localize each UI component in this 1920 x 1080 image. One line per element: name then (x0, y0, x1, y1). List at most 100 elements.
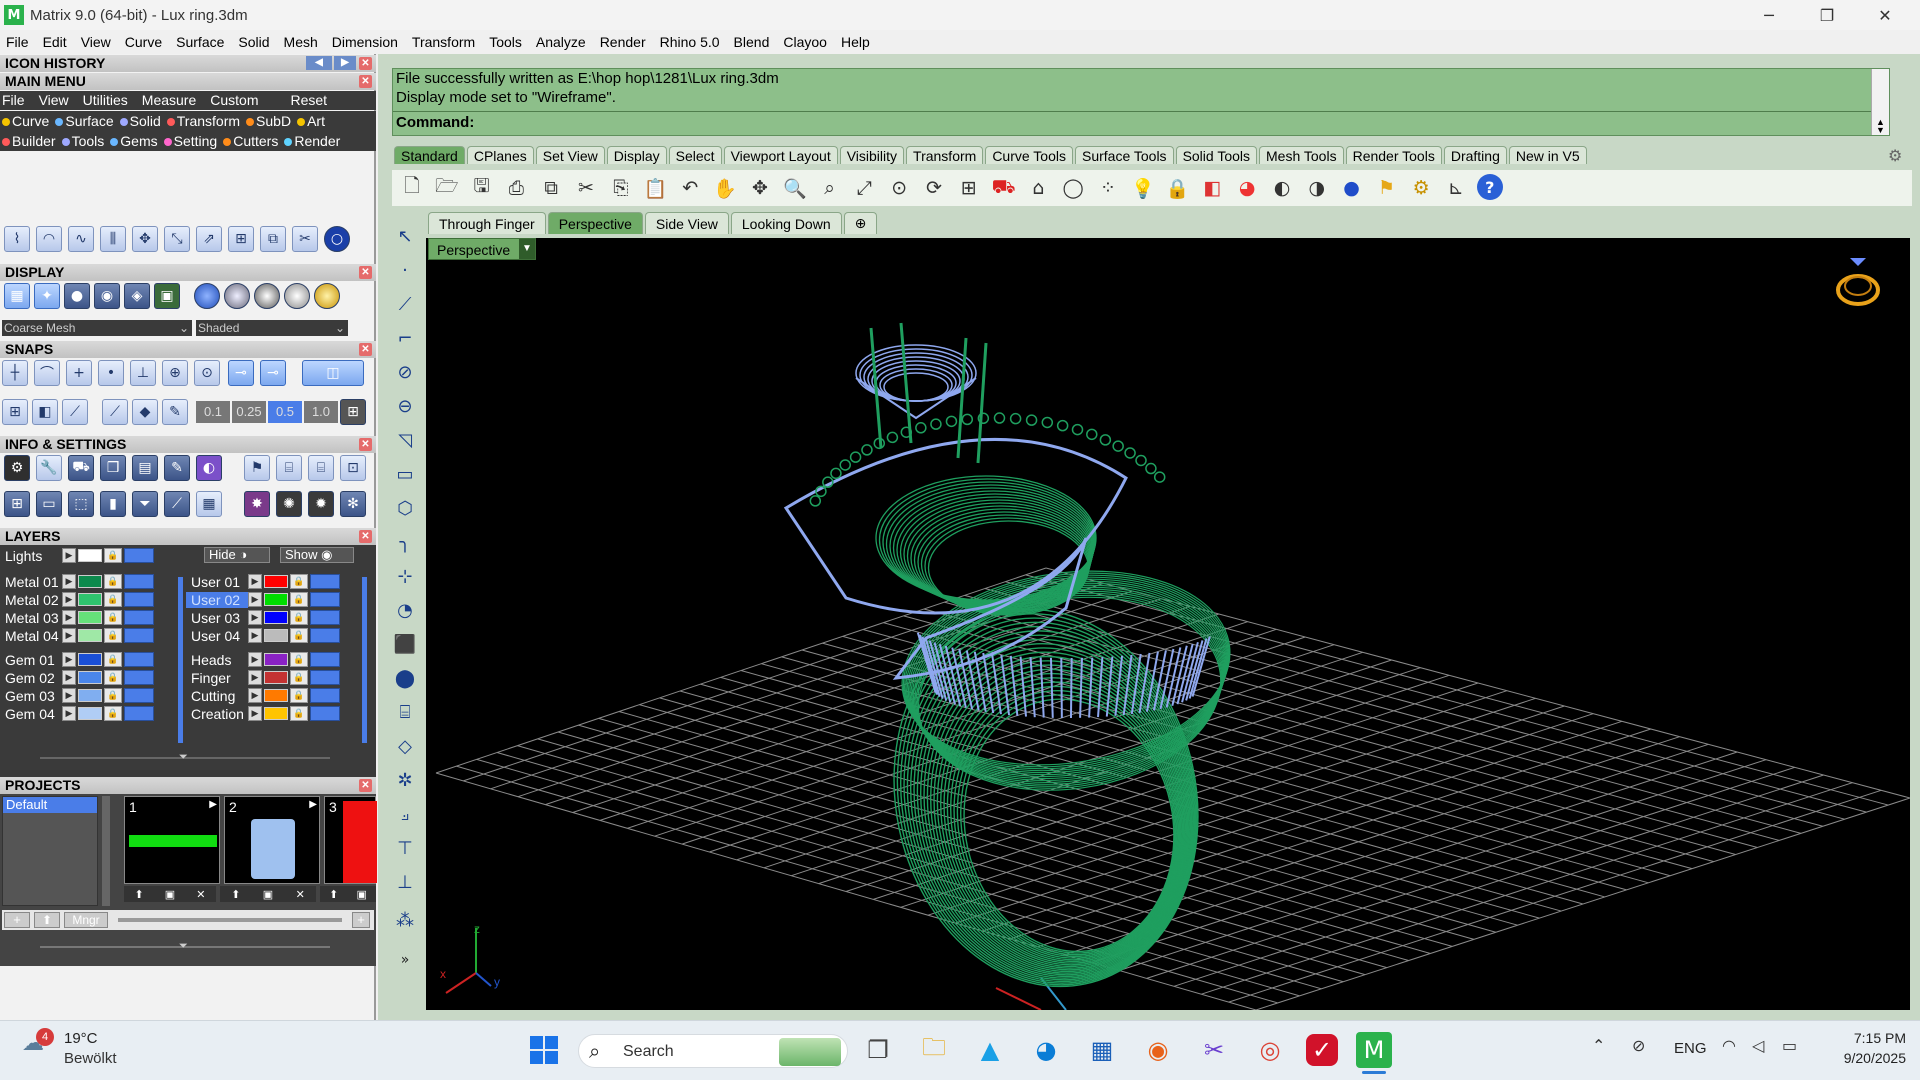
add-project-button[interactable]: + (4, 912, 30, 928)
sphere-gray-icon[interactable] (254, 283, 280, 309)
lock-icon[interactable]: 🔒 (104, 688, 122, 703)
layer-visibility-toggle[interactable] (310, 688, 340, 703)
category-item[interactable]: Transform (166, 113, 240, 129)
snap-tan-icon[interactable]: ⊸ (228, 360, 254, 386)
edge-icon[interactable]: ◕ (1026, 1030, 1066, 1070)
ring-preview-icon[interactable] (1836, 258, 1880, 306)
gumball-icon[interactable]: ◆ (132, 399, 158, 425)
dimension-icon[interactable]: ⊾ (1442, 174, 1470, 202)
wrench-icon[interactable]: 🔧 (36, 455, 62, 481)
layer-row[interactable]: Metal 04 ▶ 🔒 (0, 627, 154, 644)
play-icon[interactable]: ▶ (209, 799, 217, 810)
polygon-icon[interactable]: ⬡ (390, 494, 420, 522)
layer-color-swatch[interactable] (78, 689, 102, 702)
snap-point-icon[interactable]: ⁘ (1094, 174, 1122, 202)
close-icon[interactable]: ✕ (359, 343, 372, 356)
info-icon-2[interactable]: ⌸ (276, 455, 302, 481)
viewport-label-menu[interactable]: Perspective ▼ (428, 238, 536, 260)
info-icon-3[interactable]: ⌸ (308, 455, 334, 481)
expand-icon[interactable]: ▶ (248, 652, 262, 667)
layer-row[interactable]: Gem 01 ▶ 🔒 (0, 651, 154, 668)
expand-icon[interactable]: ▶ (248, 688, 262, 703)
layer-visibility-toggle[interactable] (124, 628, 154, 643)
weather-desc[interactable]: Bewölkt (64, 1050, 117, 1067)
layer-lights-row[interactable]: Lights ▶ 🔒 (0, 547, 154, 564)
snap-end-icon[interactable]: ┼ (2, 360, 28, 386)
category-item[interactable]: Curve (2, 113, 49, 129)
manager-button[interactable]: Mngr (64, 912, 108, 928)
layer-row[interactable]: Finger ▶ 🔒 (186, 669, 340, 686)
layer-visibility-toggle[interactable] (310, 670, 340, 685)
rendered-mode-icon[interactable]: ◉ (94, 283, 120, 309)
task-view-icon[interactable]: ❐ (858, 1030, 898, 1070)
xray-mode-icon[interactable]: ◈ (124, 283, 150, 309)
layer-row[interactable]: Gem 03 ▶ 🔒 (0, 687, 154, 704)
layer-scroll-right[interactable] (362, 577, 367, 743)
projects-scrollbar[interactable] (102, 796, 110, 906)
curve-icon[interactable]: ⌐ (390, 324, 420, 352)
history-forward-icon[interactable]: ▶ (334, 56, 356, 70)
save-icon[interactable]: ▣ (357, 888, 367, 901)
toolbar-tab[interactable]: Display (606, 146, 667, 164)
close-icon[interactable]: ✕ (359, 438, 372, 451)
measure-icon[interactable]: ⊥ (390, 868, 420, 896)
surface-icon[interactable]: ◇ (390, 732, 420, 760)
grid-icon[interactable]: ⊞ (340, 399, 366, 425)
color-wheel-icon[interactable]: ◕ (1233, 174, 1261, 202)
blue-sphere-icon[interactable]: ● (1338, 174, 1366, 202)
shaded-mode-icon[interactable]: ● (64, 283, 90, 309)
curve-tool-icon[interactable]: ⌇ (4, 226, 30, 252)
network-off-icon[interactable]: ⊘ (1632, 1036, 1645, 1055)
toolbar-tab[interactable]: Select (668, 146, 722, 164)
search-box[interactable]: ⌕ Search (578, 1034, 848, 1068)
layer-color-swatch[interactable] (78, 611, 102, 624)
lock-icon[interactable]: 🔒 (104, 670, 122, 685)
app-red-icon[interactable]: ✓ (1306, 1034, 1338, 1066)
save-icon[interactable]: ▣ (263, 888, 273, 901)
document-icon[interactable]: ▤ (132, 455, 158, 481)
measure-icon[interactable]: ⟋ (164, 491, 190, 517)
settings-icon[interactable]: ⚙ (1407, 174, 1435, 202)
splitter-handle-icon[interactable]: ⏷ (179, 751, 193, 763)
close-icon[interactable]: ✕ (359, 57, 372, 70)
layer-visibility-toggle[interactable] (310, 592, 340, 607)
pan-hand-icon[interactable]: ✋ (711, 174, 739, 202)
table-icon[interactable]: ▦ (196, 491, 222, 517)
toolbar-tab[interactable]: Render Tools (1345, 146, 1442, 164)
snap-mid-icon[interactable]: • (98, 360, 124, 386)
transform-icon[interactable]: ⊹ (390, 562, 420, 590)
layer-color-swatch[interactable] (78, 593, 102, 606)
layer-row[interactable]: Gem 02 ▶ 🔒 (0, 669, 154, 686)
close-button[interactable]: ✕ (1856, 0, 1914, 30)
layer-color-swatch[interactable] (264, 575, 288, 588)
add-icon[interactable]: + (352, 912, 370, 928)
menu-transform[interactable]: Transform (412, 34, 475, 50)
help-icon[interactable]: ? (1476, 174, 1503, 200)
layer-visibility-toggle[interactable] (310, 652, 340, 667)
paste-icon[interactable]: 📋 (642, 174, 670, 202)
layer-color-swatch[interactable] (264, 629, 288, 642)
show-hidden-icon[interactable]: ⌃ (1592, 1036, 1605, 1055)
shaded-sphere-icon[interactable]: ◑ (1303, 174, 1331, 202)
cplane-icon[interactable]: ⟋ (102, 399, 128, 425)
layer-color-swatch[interactable] (264, 653, 288, 666)
project-thumb-1[interactable]: 1 ▶ (124, 796, 220, 884)
menu-dimension[interactable]: Dimension (332, 34, 398, 50)
chrome-icon[interactable]: ◎ (1250, 1030, 1290, 1070)
snap-quad-icon[interactable]: ⊙ (194, 360, 220, 386)
layer-color-swatch[interactable] (78, 671, 102, 684)
up-icon[interactable]: ⬆ (135, 888, 144, 901)
toolbar-tab[interactable]: Mesh Tools (1259, 146, 1344, 164)
clock-time[interactable]: 7:15 PM (1826, 1030, 1906, 1046)
expand-icon[interactable]: ▶ (248, 628, 262, 643)
ghosted-mode-icon[interactable]: ✦ (34, 283, 60, 309)
boolean-icon[interactable]: ⬤ (390, 664, 420, 692)
main-menu-measure[interactable]: Measure (142, 91, 196, 110)
layer-row[interactable]: Creation ▶ 🔒 (186, 705, 340, 722)
layout-grid-icon[interactable]: ⊞ (4, 491, 30, 517)
lock-icon[interactable]: 🔒 (104, 592, 122, 607)
sphere-gold-icon[interactable] (314, 283, 340, 309)
category-item[interactable]: Surface (55, 113, 114, 129)
spline-tool-icon[interactable]: ∿ (68, 226, 94, 252)
layer-row[interactable]: Gem 04 ▶ 🔒 (0, 705, 154, 722)
